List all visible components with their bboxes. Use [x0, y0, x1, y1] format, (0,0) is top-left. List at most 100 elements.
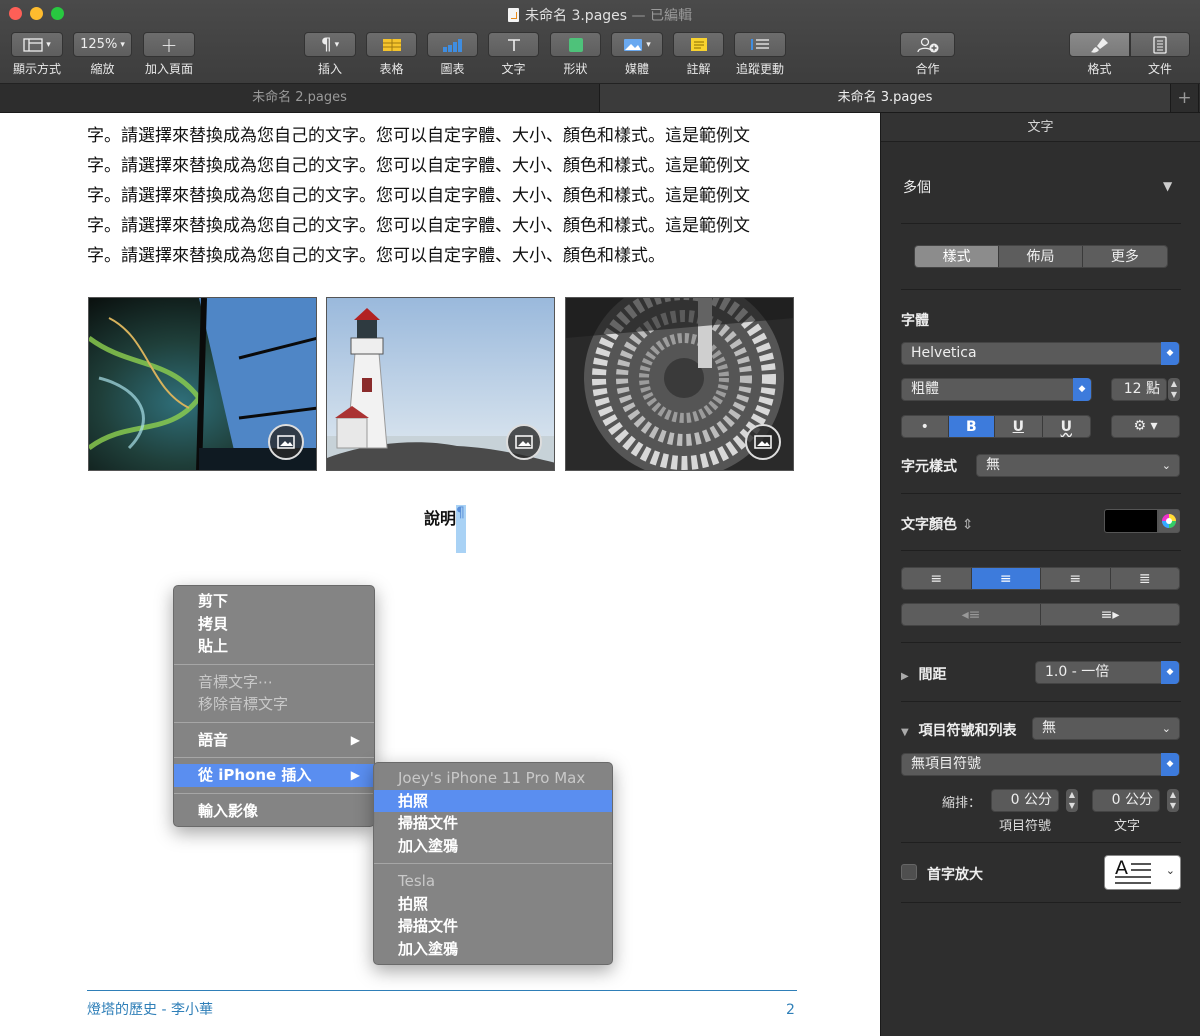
- image-placeholder-lighthouse[interactable]: [326, 297, 555, 471]
- paragraph-style-dropdown-icon[interactable]: ▼: [1163, 179, 1172, 193]
- image-caption[interactable]: 說明¶: [424, 505, 467, 553]
- comment-button[interactable]: [673, 32, 724, 57]
- add-page-button[interactable]: +: [143, 32, 195, 57]
- table-button[interactable]: [366, 32, 417, 57]
- font-weight-select[interactable]: 粗體 ◆: [901, 378, 1092, 401]
- align-center-button[interactable]: ≡: [971, 568, 1041, 589]
- track-changes-button[interactable]: [734, 32, 786, 57]
- chart-button[interactable]: [427, 32, 478, 57]
- align-left-button[interactable]: ≡: [902, 568, 972, 589]
- pages-window: 未命名 3.pages — 已編輯 ▾ 顯示方式 125% ▾ 縮放 + 加入頁面…: [0, 0, 1200, 1036]
- menu-item-add-sketch[interactable]: 加入塗鴉: [374, 938, 612, 961]
- text-indent-stepper[interactable]: ▲ ▼: [1167, 789, 1179, 812]
- new-tab-button[interactable]: +: [1171, 84, 1199, 112]
- font-family-select[interactable]: Helvetica ◆: [901, 342, 1180, 365]
- select-arrows-icon: ◆: [1161, 661, 1179, 684]
- justify-button[interactable]: ≣: [1110, 568, 1179, 589]
- bullet-style-button[interactable]: •: [902, 416, 949, 437]
- tab-untitled-3[interactable]: 未命名 3.pages: [600, 84, 1171, 112]
- media-button[interactable]: ▾: [611, 32, 663, 57]
- menu-item-take-photo[interactable]: 拍照: [374, 893, 612, 916]
- replace-image-icon[interactable]: [268, 424, 304, 460]
- menu-item-speech[interactable]: 語音 ▶: [174, 729, 374, 752]
- menu-item-cut[interactable]: 剪下: [174, 590, 374, 613]
- menu-item-add-sketch[interactable]: 加入塗鴉: [374, 835, 612, 858]
- bullets-section-toggle[interactable]: ▼ 項目符號和列表: [901, 720, 1016, 740]
- menu-item-import-image[interactable]: 輸入影像: [174, 800, 374, 823]
- menu-item-scan-documents[interactable]: 掃描文件: [374, 812, 612, 835]
- menu-item-copy[interactable]: 拷貝: [174, 613, 374, 636]
- shape-label: 形狀: [563, 62, 588, 76]
- pilcrow-icon: ¶: [320, 34, 332, 55]
- paragraph-style-name[interactable]: 多個: [903, 177, 931, 197]
- line-spacing-select[interactable]: 1.0 - 一倍 ◆: [1035, 661, 1180, 684]
- text-color-label[interactable]: 文字顏色 ⇕: [901, 514, 974, 534]
- color-wheel-button[interactable]: [1158, 509, 1180, 533]
- align-right-button[interactable]: ≡: [1041, 568, 1111, 589]
- alignment-buttons: ≡ ≡ ≡ ≣: [901, 567, 1180, 590]
- tab-untitled-2[interactable]: 未命名 2.pages: [0, 84, 600, 112]
- zoom-label: 縮放: [90, 62, 115, 76]
- menu-item-insert-from-iphone[interactable]: 從 iPhone 插入 ▶: [174, 764, 374, 787]
- bullet-indent-stepper[interactable]: ▲ ▼: [1066, 789, 1078, 812]
- shape-button[interactable]: [550, 32, 601, 57]
- menu-item-remove-phonetic: 移除音標文字: [198, 695, 289, 713]
- strikethrough-button[interactable]: U: [1042, 416, 1090, 437]
- iphone-submenu: Joey's iPhone 11 Pro Max 拍照 掃描文件 加入塗鴉 Te…: [373, 762, 613, 965]
- stepper-arrows-icon: ⇕: [961, 517, 974, 533]
- text-indent-field[interactable]: 0 公分: [1092, 789, 1160, 812]
- image-placeholder-staircase[interactable]: [565, 297, 794, 471]
- bullets-list-select[interactable]: 無 ⌄: [1032, 717, 1180, 740]
- submenu-arrow-icon: ▶: [350, 732, 360, 747]
- chevron-down-icon: ▾: [334, 39, 340, 50]
- chart-control: 圖表: [427, 32, 478, 77]
- menu-item-take-photo[interactable]: 拍照: [374, 789, 612, 812]
- format-button[interactable]: [1069, 32, 1130, 57]
- bold-button[interactable]: B: [948, 416, 996, 437]
- view-button[interactable]: ▾: [11, 32, 63, 57]
- submenu-arrow-icon: ▶: [350, 768, 360, 782]
- gear-icon: ⚙ ▾: [1133, 418, 1158, 434]
- select-arrows-icon: ◆: [1161, 342, 1179, 365]
- replace-image-icon[interactable]: [506, 424, 542, 460]
- menu-item-scan-documents[interactable]: 掃描文件: [374, 915, 612, 938]
- text-color-well[interactable]: [1104, 509, 1158, 533]
- body-paragraph[interactable]: 字。請選擇來替換成為您自己的文字。您可以自定字體、大小、顏色和樣式。這是範例文 …: [87, 121, 797, 271]
- bullet-type-select[interactable]: 無項目符號 ◆: [901, 753, 1180, 776]
- plus-icon: +: [160, 32, 178, 57]
- collaborate-button[interactable]: [900, 32, 955, 57]
- paintbrush-icon: [1090, 37, 1108, 53]
- select-arrows-icon: ◆: [1073, 378, 1091, 401]
- underline-button[interactable]: U: [995, 416, 1043, 437]
- photo-icon: [624, 38, 643, 51]
- indent-buttons: ◂≡ ≡▸: [901, 603, 1180, 626]
- increase-indent-button[interactable]: ≡▸: [1041, 604, 1179, 625]
- document-tabs: 未命名 2.pages 未命名 3.pages +: [0, 84, 1200, 113]
- document-icon: [1153, 35, 1167, 54]
- tab-style[interactable]: 樣式: [915, 246, 1000, 267]
- image-placeholder-lens[interactable]: [88, 297, 317, 471]
- collaborate-label: 合作: [915, 62, 940, 76]
- bullet-indent-caption: 項目符號: [999, 819, 1052, 834]
- font-size-stepper[interactable]: ▲ ▼: [1168, 378, 1180, 401]
- font-size-field[interactable]: 12 點: [1111, 378, 1167, 401]
- menu-item-paste[interactable]: 貼上: [174, 635, 374, 658]
- insert-button[interactable]: ¶ ▾: [304, 32, 356, 57]
- bullet-indent-field[interactable]: 0 公分: [991, 789, 1059, 812]
- drop-cap-label: 首字放大: [927, 867, 983, 883]
- text-options-button[interactable]: ⚙ ▾: [1111, 415, 1180, 438]
- text-box-button[interactable]: [488, 32, 539, 57]
- spacing-section-toggle[interactable]: ▶ 間距: [901, 664, 946, 684]
- replace-image-icon[interactable]: [745, 424, 781, 460]
- char-style-select[interactable]: 無 ⌄: [976, 454, 1180, 477]
- tab-layout[interactable]: 佈局: [999, 246, 1083, 267]
- decrease-indent-icon: ◂≡: [961, 607, 981, 623]
- document-button[interactable]: [1130, 32, 1190, 57]
- zoom-dropdown[interactable]: 125% ▾: [73, 32, 132, 57]
- table-control: 表格: [366, 32, 417, 77]
- drop-cap-style-button[interactable]: A ⌄: [1104, 855, 1181, 890]
- tab-more[interactable]: 更多: [1082, 246, 1167, 267]
- drop-cap-checkbox[interactable]: [901, 864, 917, 880]
- text-style-buttons: • B U U: [901, 415, 1091, 438]
- decrease-indent-button[interactable]: ◂≡: [902, 604, 1041, 625]
